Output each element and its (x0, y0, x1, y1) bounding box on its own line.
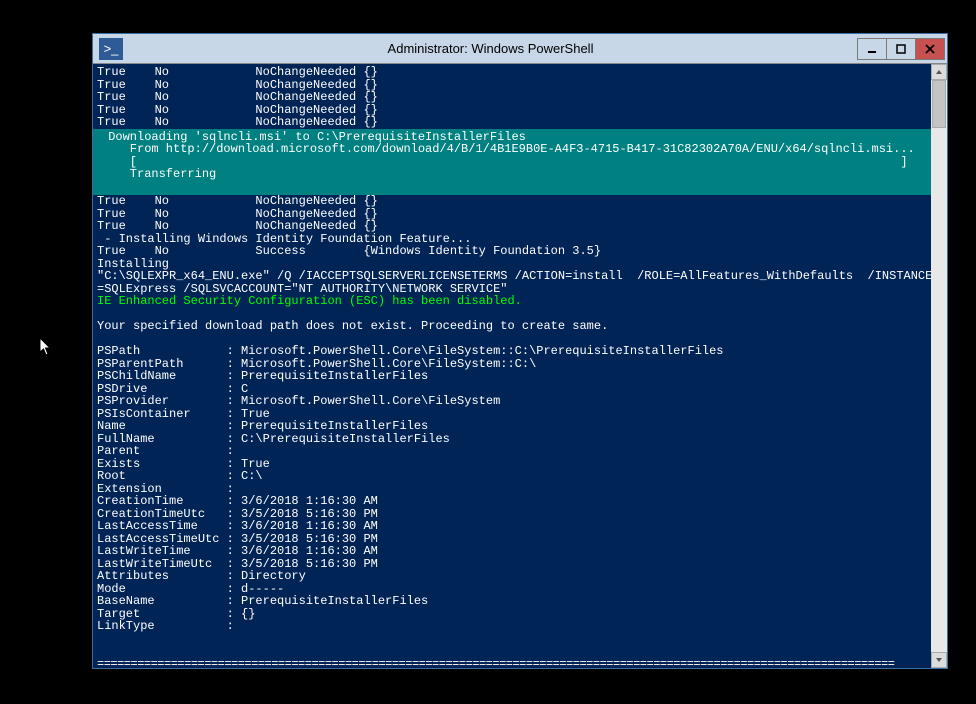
mouse-cursor (40, 338, 52, 356)
download-progress: Downloading 'sqlncli.msi' to C:\Prerequi… (93, 129, 931, 196)
console-output[interactable]: True No NoChangeNeeded {} True No NoChan… (93, 64, 931, 668)
path-warning-line: Your specified download path does not ex… (97, 319, 608, 333)
scroll-down-button[interactable] (931, 652, 947, 668)
powershell-window: >_ Administrator: Windows PowerShell Tru… (92, 33, 948, 669)
progress-blank (93, 181, 931, 194)
esc-disabled-line: IE Enhanced Security Configuration (ESC)… (97, 294, 522, 308)
output-line: True No Success {Windows Identity Founda… (97, 244, 601, 258)
window-title: Administrator: Windows PowerShell (123, 41, 858, 56)
maximize-button[interactable] (886, 38, 916, 60)
scroll-up-button[interactable] (931, 64, 947, 80)
titlebar[interactable]: >_ Administrator: Windows PowerShell (93, 34, 947, 64)
close-button[interactable] (915, 38, 945, 60)
progress-url: From http://download.microsoft.com/downl… (93, 143, 931, 156)
property-line: LinkType : (97, 619, 234, 633)
window-content: True No NoChangeNeeded {} True No NoChan… (93, 64, 947, 668)
vertical-scrollbar[interactable] (931, 64, 947, 668)
scroll-thumb[interactable] (932, 80, 946, 128)
powershell-icon: >_ (99, 38, 123, 60)
scroll-track[interactable] (931, 80, 947, 652)
titlebar-buttons (858, 38, 945, 60)
progress-bar: [ ] (93, 156, 931, 169)
output-line: True No NoChangeNeeded {} (97, 115, 378, 129)
minimize-button[interactable] (857, 38, 887, 60)
separator-line: ========================================… (97, 657, 894, 669)
progress-status: Transferring (93, 168, 931, 181)
